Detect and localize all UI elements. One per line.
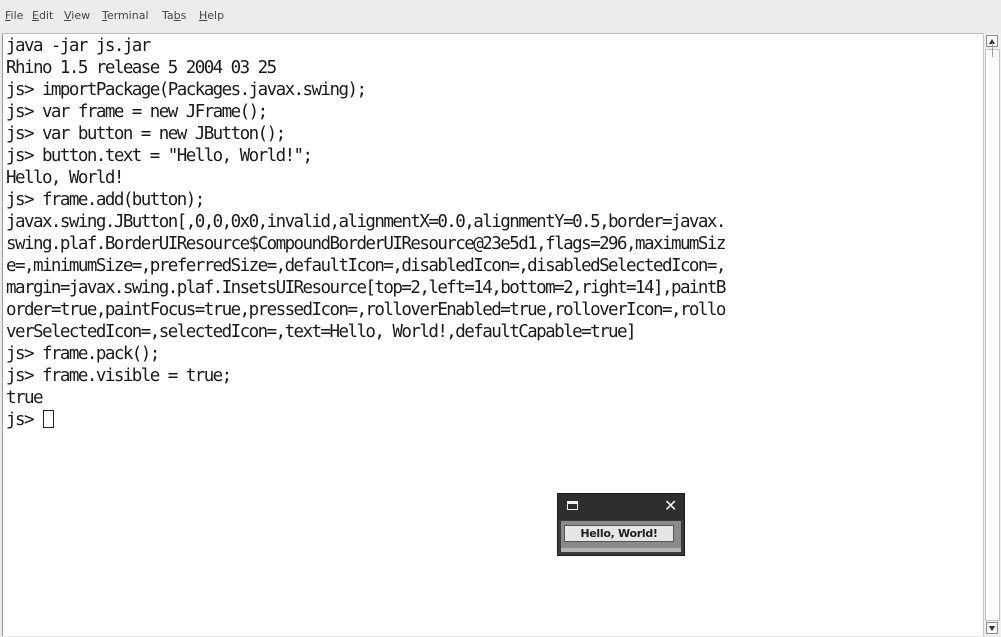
terminal-line: js> frame.pack(); — [6, 344, 160, 364]
maximize-icon[interactable] — [567, 501, 578, 510]
close-icon[interactable]: ✕ — [664, 496, 677, 516]
terminal-window: File Edit View Terminal Tabs Help java -… — [0, 0, 1001, 637]
terminal-prompt-line[interactable]: js> — [6, 410, 54, 432]
menu-tabs[interactable]: Tabs — [162, 9, 186, 22]
terminal-line: js> var button = new JButton(); — [6, 124, 286, 144]
hello-world-button[interactable]: Hello, World! — [564, 525, 674, 542]
terminal-line: js> importPackage(Packages.javax.swing); — [6, 80, 367, 100]
scrollbar-grip — [992, 43, 993, 57]
terminal-line: js> button.text = "Hello, World!"; — [6, 146, 313, 166]
terminal-line: js> frame.visible = true; — [6, 366, 232, 386]
terminal-line: js> frame.add(button); — [6, 190, 205, 210]
vertical-scrollbar[interactable] — [983, 33, 1001, 636]
terminal-line: js> var frame = new JFrame(); — [6, 102, 268, 122]
menu-file[interactable]: File — [5, 9, 23, 22]
java-frame-window[interactable]: ✕ Hello, World! — [557, 493, 685, 556]
menu-terminal[interactable]: Terminal — [102, 9, 149, 22]
terminal-output[interactable]: java -jar js.jar Rhino 1.5 release 5 200… — [2, 33, 983, 636]
menu-bar: File Edit View Terminal Tabs Help — [0, 0, 1001, 33]
terminal-prompt: js> — [6, 410, 42, 430]
terminal-line: order=true,paintFocus=true,pressedIcon=,… — [6, 300, 726, 320]
scrollbar-thumb[interactable] — [985, 49, 1000, 621]
menu-help[interactable]: Help — [199, 9, 224, 22]
java-frame-titlebar[interactable]: ✕ — [558, 494, 684, 520]
terminal-line: Rhino 1.5 release 5 2004 03 25 — [6, 58, 277, 78]
java-frame-content: Hello, World! — [561, 521, 681, 549]
terminal-line: swing.plaf.BorderUIResource$CompoundBord… — [6, 234, 726, 254]
menu-view[interactable]: View — [64, 9, 90, 22]
terminal-line: true — [6, 388, 44, 408]
terminal-line: margin=javax.swing.plaf.InsetsUIResource… — [6, 278, 726, 298]
menu-edit[interactable]: Edit — [32, 9, 53, 22]
terminal-line: Hello, World! — [6, 168, 124, 188]
terminal-line: java -jar js.jar — [6, 36, 151, 56]
scroll-down-arrow-icon[interactable] — [986, 622, 998, 634]
java-frame-bottom-edge — [561, 548, 681, 552]
terminal-line: e=,minimumSize=,preferredSize=,defaultIc… — [6, 256, 726, 276]
terminal-cursor — [42, 410, 54, 428]
terminal-line: javax.swing.JButton[,0,0,0x0,invalid,ali… — [6, 212, 726, 232]
terminal-line: verSelectedIcon=,selectedIcon=,text=Hell… — [6, 322, 637, 342]
